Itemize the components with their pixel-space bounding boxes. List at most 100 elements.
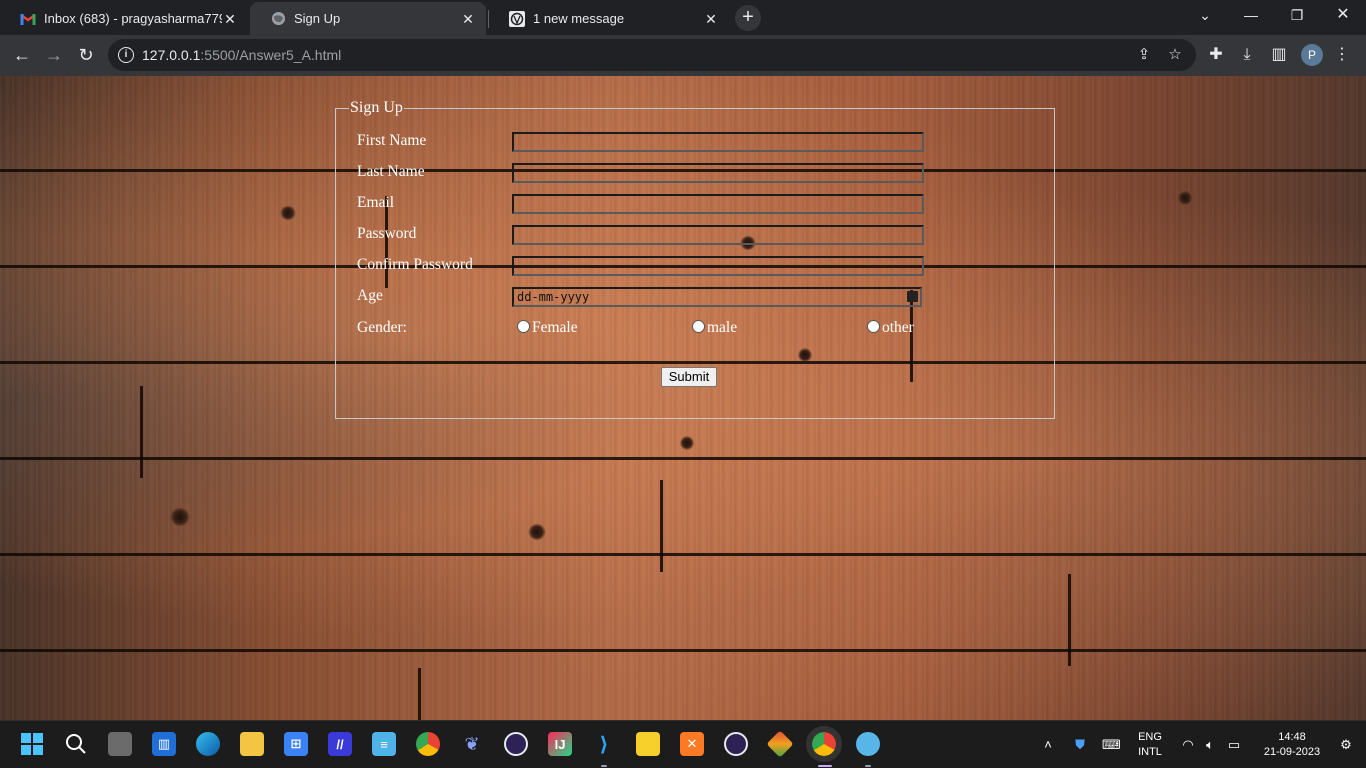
tab-new-message[interactable]: 1 new message ✕ <box>489 2 729 35</box>
intellij-icon[interactable]: IJ <box>548 732 572 756</box>
chevron-up-icon[interactable]: ˄ <box>1040 737 1056 753</box>
security-shield-icon[interactable]: ⛊ <box>1072 737 1088 753</box>
confirm-password-label: Confirm Password <box>357 256 473 273</box>
gender-male-radio[interactable] <box>692 320 705 333</box>
close-icon[interactable]: ✕ <box>460 11 476 27</box>
keyboard-layout: INTL <box>1138 746 1162 758</box>
tab-title: 1 new message <box>533 11 625 26</box>
gender-label: Gender: <box>357 319 407 336</box>
wood-seam <box>418 668 421 720</box>
windows-start-icon[interactable] <box>20 732 44 756</box>
last-name-label: Last Name <box>357 163 425 180</box>
password-input[interactable] <box>512 225 924 245</box>
share-icon[interactable]: ⇪ <box>1135 46 1153 64</box>
language-indicator[interactable]: ENG INTL <box>1132 730 1168 760</box>
wood-knot <box>1178 191 1192 205</box>
form-legend: Sign Up <box>350 99 403 116</box>
clock-date: 21-09-2023 <box>1263 746 1321 758</box>
gmail-icon <box>20 11 36 27</box>
notifications-icon[interactable]: ⚙ <box>1338 737 1354 753</box>
wood-knot <box>528 524 546 540</box>
windows-taskbar: ▥ ⊞ // ≡ ❦ IJ ⟩ ✕ ˄ ⛊ ⌨ ENG INTL ◠ 🔈︎ ▭ … <box>0 720 1366 768</box>
age-date-input[interactable]: dd-mm-yyyy <box>512 287 922 307</box>
app-globe-icon[interactable] <box>856 732 880 756</box>
last-name-input[interactable] <box>512 163 924 183</box>
close-window-button[interactable]: ✕ <box>1320 0 1366 32</box>
minimize-button[interactable]: — <box>1228 0 1274 32</box>
wordpress-icon <box>509 10 525 27</box>
dolphin-app-icon[interactable]: ❦ <box>460 732 484 756</box>
edge-browser-icon[interactable] <box>196 732 220 756</box>
tab-title: Sign Up <box>294 11 341 26</box>
git-app-icon[interactable] <box>766 730 794 758</box>
profile-avatar[interactable]: P <box>1301 44 1323 66</box>
clock[interactable]: 14:48 21-09-2023 <box>1254 730 1330 760</box>
task-view-icon[interactable] <box>108 732 132 756</box>
menu-kebab-icon[interactable]: ⋮ <box>1332 45 1352 65</box>
tab-search-icon[interactable]: ⌄ <box>1182 0 1228 32</box>
vscode-icon[interactable]: ⟩ <box>592 732 616 756</box>
chrome-icon[interactable] <box>416 732 440 756</box>
gender-female-label: Female <box>532 319 578 336</box>
clock-time: 14:48 <box>1278 731 1306 743</box>
wood-seam <box>1068 574 1071 666</box>
search-icon[interactable] <box>64 732 88 756</box>
date-placeholder: dd-mm-yyyy <box>517 290 590 304</box>
tab-gmail[interactable]: Inbox (683) - pragyasharma7796 ✕ <box>0 2 248 35</box>
keyboard-icon[interactable]: ⌨ <box>1102 737 1121 753</box>
tab-sign-up[interactable]: Sign Up ✕ <box>250 2 486 35</box>
first-name-label: First Name <box>357 132 427 149</box>
url-host: 127.0.0.1 <box>142 47 201 63</box>
chrome-active-icon[interactable] <box>806 726 842 762</box>
gender-other-label: other <box>882 319 914 336</box>
email-input[interactable] <box>512 194 924 214</box>
gender-other-radio[interactable] <box>867 320 880 333</box>
close-icon[interactable]: ✕ <box>222 11 238 27</box>
microsoft-store-icon[interactable]: ⊞ <box>284 732 308 756</box>
address-bar[interactable]: i 127.0.0.1:5500/Answer5_A.html ⇪ ☆ <box>108 39 1196 71</box>
file-explorer-icon[interactable] <box>240 732 264 756</box>
wood-seam <box>660 480 663 572</box>
close-icon[interactable]: ✕ <box>703 11 719 27</box>
confirm-password-input[interactable] <box>512 256 924 276</box>
gender-male-label: male <box>707 319 738 336</box>
app-icon[interactable]: // <box>328 732 352 756</box>
wifi-icon[interactable]: ◠ <box>1180 737 1196 753</box>
wood-knot <box>170 508 190 526</box>
age-label: Age <box>357 287 383 304</box>
wood-seam <box>140 386 143 478</box>
eclipse-secondary-icon[interactable] <box>724 732 748 756</box>
password-label: Password <box>357 225 417 242</box>
sticky-notes-icon[interactable] <box>636 732 660 756</box>
eclipse-icon[interactable] <box>504 732 528 756</box>
gender-female-radio[interactable] <box>517 320 530 333</box>
globe-icon <box>270 11 286 27</box>
running-indicator <box>865 765 871 767</box>
running-indicator <box>601 765 607 767</box>
battery-icon[interactable]: ▭ <box>1226 737 1242 753</box>
reload-icon[interactable]: ↻ <box>72 41 100 69</box>
language-code: ENG <box>1138 731 1162 743</box>
submit-button[interactable]: Submit <box>661 367 717 387</box>
active-indicator <box>818 765 832 767</box>
extensions-puzzle-icon[interactable]: ✚ <box>1206 45 1226 65</box>
widgets-icon[interactable]: ▥ <box>152 732 176 756</box>
notepad-icon[interactable]: ≡ <box>372 732 396 756</box>
calendar-icon[interactable] <box>907 291 918 302</box>
new-tab-button[interactable]: + <box>735 5 761 31</box>
forward-arrow-icon[interactable]: → <box>40 41 68 69</box>
download-icon[interactable]: ⤓ <box>1237 45 1257 65</box>
volume-icon[interactable]: 🔈︎ <box>1202 737 1218 753</box>
bookmark-star-icon[interactable]: ☆ <box>1166 46 1184 64</box>
url-path: :5500/Answer5_A.html <box>200 47 342 63</box>
tab-strip: Inbox (683) - pragyasharma7796 ✕ Sign Up… <box>0 0 1366 35</box>
wood-knot <box>280 206 296 220</box>
first-name-input[interactable] <box>512 132 924 152</box>
url-text[interactable]: 127.0.0.1:5500/Answer5_A.html <box>142 47 341 63</box>
xampp-icon[interactable]: ✕ <box>680 732 704 756</box>
browser-toolbar: ← → ↻ i 127.0.0.1:5500/Answer5_A.html ⇪ … <box>0 35 1366 76</box>
restore-button[interactable]: ❐ <box>1274 0 1320 32</box>
back-arrow-icon[interactable]: ← <box>8 41 36 69</box>
side-panel-icon[interactable]: ▥ <box>1269 45 1289 65</box>
site-info-icon[interactable]: i <box>118 47 134 63</box>
